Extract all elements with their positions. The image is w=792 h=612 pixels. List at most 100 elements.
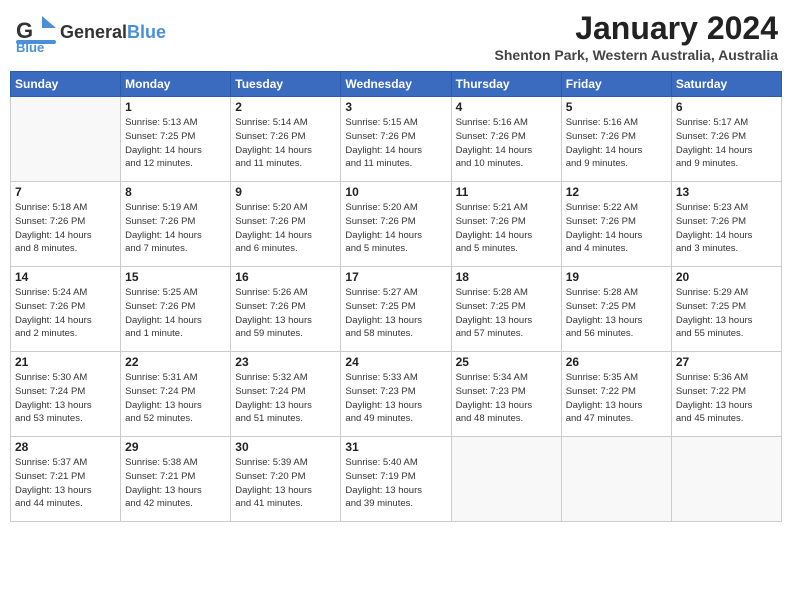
calendar-cell: 20 Sunrise: 5:29 AM Sunset: 7:25 PM Dayli…: [671, 267, 781, 352]
calendar-week-row: 21 Sunrise: 5:30 AM Sunset: 7:24 PM Dayli…: [11, 352, 782, 437]
day-info: Sunrise: 5:20 AM Sunset: 7:26 PM Dayligh…: [345, 201, 446, 256]
title-area: January 2024 Shenton Park, Western Austr…: [495, 10, 778, 63]
day-number: 26: [566, 355, 667, 369]
day-number: 17: [345, 270, 446, 284]
day-number: 20: [676, 270, 777, 284]
logo: G Blue GeneralBlue: [14, 10, 166, 54]
calendar-cell: 25 Sunrise: 5:34 AM Sunset: 7:23 PM Dayli…: [451, 352, 561, 437]
day-number: 29: [125, 440, 226, 454]
day-number: 27: [676, 355, 777, 369]
day-info: Sunrise: 5:33 AM Sunset: 7:23 PM Dayligh…: [345, 371, 446, 426]
day-number: 22: [125, 355, 226, 369]
svg-text:Blue: Blue: [16, 40, 44, 54]
day-info: Sunrise: 5:25 AM Sunset: 7:26 PM Dayligh…: [125, 286, 226, 341]
weekday-header-thursday: Thursday: [451, 72, 561, 97]
day-number: 9: [235, 185, 336, 199]
day-number: 12: [566, 185, 667, 199]
day-info: Sunrise: 5:21 AM Sunset: 7:26 PM Dayligh…: [456, 201, 557, 256]
calendar-cell: 11 Sunrise: 5:21 AM Sunset: 7:26 PM Dayli…: [451, 182, 561, 267]
weekday-header-friday: Friday: [561, 72, 671, 97]
calendar-week-row: 14 Sunrise: 5:24 AM Sunset: 7:26 PM Dayli…: [11, 267, 782, 352]
day-number: 14: [15, 270, 116, 284]
day-info: Sunrise: 5:20 AM Sunset: 7:26 PM Dayligh…: [235, 201, 336, 256]
day-info: Sunrise: 5:29 AM Sunset: 7:25 PM Dayligh…: [676, 286, 777, 341]
page-header: G Blue GeneralBlue January 2024 Shenton …: [10, 10, 782, 63]
day-info: Sunrise: 5:19 AM Sunset: 7:26 PM Dayligh…: [125, 201, 226, 256]
day-number: 5: [566, 100, 667, 114]
day-number: 30: [235, 440, 336, 454]
calendar-cell: 2Sunrise: 5:14 AM Sunset: 7:26 PM Daylig…: [231, 97, 341, 182]
day-number: 25: [456, 355, 557, 369]
weekday-header-row: SundayMondayTuesdayWednesdayThursdayFrid…: [11, 72, 782, 97]
weekday-header-wednesday: Wednesday: [341, 72, 451, 97]
calendar-cell: 14 Sunrise: 5:24 AM Sunset: 7:26 PM Dayli…: [11, 267, 121, 352]
weekday-header-saturday: Saturday: [671, 72, 781, 97]
weekday-header-monday: Monday: [121, 72, 231, 97]
month-year-title: January 2024: [495, 10, 778, 47]
calendar-cell: 16Sunrise: 5:26 AM Sunset: 7:26 PM Dayli…: [231, 267, 341, 352]
day-info: Sunrise: 5:13 AM Sunset: 7:25 PM Dayligh…: [125, 116, 226, 171]
day-info: Sunrise: 5:27 AM Sunset: 7:25 PM Dayligh…: [345, 286, 446, 341]
location-subtitle: Shenton Park, Western Australia, Austral…: [495, 47, 778, 63]
calendar-cell: 17 Sunrise: 5:27 AM Sunset: 7:25 PM Dayli…: [341, 267, 451, 352]
calendar-cell: 24 Sunrise: 5:33 AM Sunset: 7:23 PM Dayli…: [341, 352, 451, 437]
day-number: 10: [345, 185, 446, 199]
calendar-cell: 30 Sunrise: 5:39 AM Sunset: 7:20 PM Dayli…: [231, 437, 341, 522]
calendar-cell: 31Sunrise: 5:40 AM Sunset: 7:19 PM Dayli…: [341, 437, 451, 522]
weekday-header-tuesday: Tuesday: [231, 72, 341, 97]
calendar-cell: 15Sunrise: 5:25 AM Sunset: 7:26 PM Dayli…: [121, 267, 231, 352]
weekday-header-sunday: Sunday: [11, 72, 121, 97]
day-number: 4: [456, 100, 557, 114]
day-info: Sunrise: 5:18 AM Sunset: 7:26 PM Dayligh…: [15, 201, 116, 256]
calendar-week-row: 1 Sunrise: 5:13 AM Sunset: 7:25 PM Daylig…: [11, 97, 782, 182]
calendar-cell: 13Sunrise: 5:23 AM Sunset: 7:26 PM Dayli…: [671, 182, 781, 267]
day-info: Sunrise: 5:16 AM Sunset: 7:26 PM Dayligh…: [566, 116, 667, 171]
calendar-cell: 8 Sunrise: 5:19 AM Sunset: 7:26 PM Daylig…: [121, 182, 231, 267]
logo-text: GeneralBlue: [60, 22, 166, 43]
calendar-cell: 10 Sunrise: 5:20 AM Sunset: 7:26 PM Dayli…: [341, 182, 451, 267]
calendar-cell: 5 Sunrise: 5:16 AM Sunset: 7:26 PM Daylig…: [561, 97, 671, 182]
calendar-cell: [11, 97, 121, 182]
calendar-week-row: 28 Sunrise: 5:37 AM Sunset: 7:21 PM Dayli…: [11, 437, 782, 522]
day-info: Sunrise: 5:22 AM Sunset: 7:26 PM Dayligh…: [566, 201, 667, 256]
calendar-cell: 27Sunrise: 5:36 AM Sunset: 7:22 PM Dayli…: [671, 352, 781, 437]
day-number: 13: [676, 185, 777, 199]
calendar-cell: 1 Sunrise: 5:13 AM Sunset: 7:25 PM Daylig…: [121, 97, 231, 182]
calendar-week-row: 7Sunrise: 5:18 AM Sunset: 7:26 PM Daylig…: [11, 182, 782, 267]
calendar-cell: 28 Sunrise: 5:37 AM Sunset: 7:21 PM Dayli…: [11, 437, 121, 522]
day-number: 2: [235, 100, 336, 114]
day-info: Sunrise: 5:31 AM Sunset: 7:24 PM Dayligh…: [125, 371, 226, 426]
day-info: Sunrise: 5:30 AM Sunset: 7:24 PM Dayligh…: [15, 371, 116, 426]
calendar-cell: 26 Sunrise: 5:35 AM Sunset: 7:22 PM Dayli…: [561, 352, 671, 437]
day-number: 16: [235, 270, 336, 284]
day-number: 8: [125, 185, 226, 199]
day-info: Sunrise: 5:15 AM Sunset: 7:26 PM Dayligh…: [345, 116, 446, 171]
day-number: 3: [345, 100, 446, 114]
day-number: 21: [15, 355, 116, 369]
calendar-cell: [671, 437, 781, 522]
calendar-cell: 22 Sunrise: 5:31 AM Sunset: 7:24 PM Dayli…: [121, 352, 231, 437]
day-number: 11: [456, 185, 557, 199]
day-info: Sunrise: 5:35 AM Sunset: 7:22 PM Dayligh…: [566, 371, 667, 426]
day-info: Sunrise: 5:24 AM Sunset: 7:26 PM Dayligh…: [15, 286, 116, 341]
day-number: 6: [676, 100, 777, 114]
day-number: 24: [345, 355, 446, 369]
calendar-cell: 21 Sunrise: 5:30 AM Sunset: 7:24 PM Dayli…: [11, 352, 121, 437]
calendar-cell: 29 Sunrise: 5:38 AM Sunset: 7:21 PM Dayli…: [121, 437, 231, 522]
day-number: 28: [15, 440, 116, 454]
calendar-cell: 12 Sunrise: 5:22 AM Sunset: 7:26 PM Dayli…: [561, 182, 671, 267]
logo-icon: G Blue: [14, 10, 58, 54]
calendar-cell: 9 Sunrise: 5:20 AM Sunset: 7:26 PM Daylig…: [231, 182, 341, 267]
day-info: Sunrise: 5:34 AM Sunset: 7:23 PM Dayligh…: [456, 371, 557, 426]
calendar-cell: 19Sunrise: 5:28 AM Sunset: 7:25 PM Dayli…: [561, 267, 671, 352]
day-info: Sunrise: 5:39 AM Sunset: 7:20 PM Dayligh…: [235, 456, 336, 511]
day-number: 31: [345, 440, 446, 454]
calendar-cell: 4 Sunrise: 5:16 AM Sunset: 7:26 PM Daylig…: [451, 97, 561, 182]
calendar-cell: 7Sunrise: 5:18 AM Sunset: 7:26 PM Daylig…: [11, 182, 121, 267]
day-info: Sunrise: 5:38 AM Sunset: 7:21 PM Dayligh…: [125, 456, 226, 511]
calendar-cell: [561, 437, 671, 522]
day-number: 1: [125, 100, 226, 114]
calendar-cell: 18Sunrise: 5:28 AM Sunset: 7:25 PM Dayli…: [451, 267, 561, 352]
day-info: Sunrise: 5:16 AM Sunset: 7:26 PM Dayligh…: [456, 116, 557, 171]
day-info: Sunrise: 5:37 AM Sunset: 7:21 PM Dayligh…: [15, 456, 116, 511]
